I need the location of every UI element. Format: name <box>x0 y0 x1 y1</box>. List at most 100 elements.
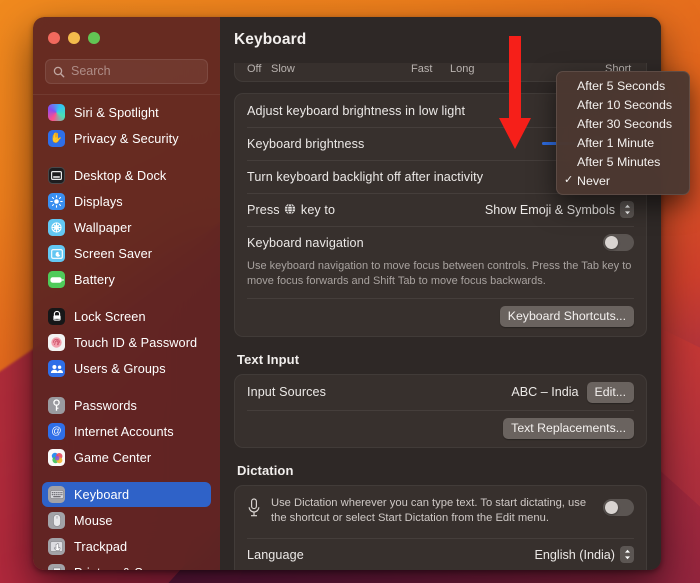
sidebar-item-label: Touch ID & Password <box>74 335 198 350</box>
toggle-thumb <box>605 500 618 514</box>
menu-item-label: After 10 Seconds <box>577 97 673 112</box>
chevron-updown-icon <box>620 201 634 218</box>
menu-item-after-30-seconds[interactable]: After 30 Seconds <box>557 114 689 133</box>
close-button[interactable] <box>48 32 60 44</box>
sidebar-item-siri-spotlight[interactable]: Siri & Spotlight <box>42 100 211 125</box>
keyboard-navigation-help-text: Use keyboard navigation to move focus be… <box>247 260 632 287</box>
press-key-value: Show Emoji & Symbols <box>484 202 615 217</box>
dictation-description: Use Dictation wherever you can type text… <box>271 496 587 525</box>
sidebar-item-keyboard[interactable]: Keyboard <box>42 482 211 507</box>
sidebar-item-label: Keyboard <box>74 487 130 502</box>
search-input[interactable]: Search <box>45 59 208 84</box>
search-container: Search <box>33 59 220 94</box>
row-keyboard-navigation[interactable]: Keyboard navigation <box>235 226 646 259</box>
dictation-section-title: Dictation <box>237 462 294 478</box>
page-title: Keyboard <box>234 31 307 48</box>
menu-item-after-5-seconds[interactable]: After 5 Seconds <box>557 76 689 95</box>
sidebar-item-label: Wallpaper <box>74 220 132 235</box>
sidebar-item-users-groups[interactable]: Users & Groups <box>42 356 211 381</box>
menu-item-label: After 5 Seconds <box>577 78 666 93</box>
sidebar-nav: Siri & Spotlight ✋ Privacy & Security De… <box>33 95 220 570</box>
internet-accounts-icon: @ <box>48 423 65 440</box>
sidebar-item-passwords[interactable]: Passwords <box>42 393 211 418</box>
sidebar-item-screen-saver[interactable]: Screen Saver <box>42 241 211 266</box>
tick-slow: Slow <box>271 63 295 75</box>
window-traffic-lights <box>33 17 220 59</box>
sidebar-item-label: Users & Groups <box>74 361 166 376</box>
screen-saver-icon <box>48 245 65 262</box>
row-input-sources[interactable]: Input Sources ABC – India Edit... <box>235 375 646 410</box>
text-input-section-title: Text Input <box>237 351 300 367</box>
sidebar-item-privacy-security[interactable]: ✋ Privacy & Security <box>42 126 211 151</box>
toggle-thumb <box>605 236 618 249</box>
sidebar-item-wallpaper[interactable]: Wallpaper <box>42 215 211 240</box>
users-groups-icon <box>48 360 65 377</box>
backlight-inactivity-menu[interactable]: After 5 Seconds After 10 Seconds After 3… <box>556 71 690 195</box>
displays-icon <box>48 193 65 210</box>
adjust-brightness-label: Adjust keyboard brightness in low light <box>247 103 466 118</box>
menu-item-label: After 1 Minute <box>577 135 655 150</box>
sidebar: Search Siri & Spotlight ✋ Privacy & Secu… <box>33 17 220 570</box>
input-sources-value: ABC – India <box>511 385 579 400</box>
menu-item-after-5-minutes[interactable]: After 5 Minutes <box>557 152 689 171</box>
keyboard-brightness-label: Keyboard brightness <box>247 136 365 151</box>
press-key-prefix: Press <box>247 202 280 217</box>
checkmark-icon: ✓ <box>564 174 574 186</box>
search-placeholder: Search <box>71 64 111 79</box>
keyboard-navigation-toggle[interactable] <box>603 234 634 251</box>
keyboard-shortcuts-button[interactable]: Keyboard Shortcuts... <box>499 306 634 328</box>
keyboard-icon <box>48 486 65 503</box>
menu-item-label: Never <box>577 173 611 188</box>
sidebar-item-lock-screen[interactable]: Lock Screen <box>42 304 211 329</box>
row-dictation-language[interactable]: Language English (India) <box>235 538 646 570</box>
edit-input-sources-button[interactable]: Edit... <box>586 381 634 403</box>
sidebar-item-trackpad[interactable]: Trackpad <box>42 534 211 559</box>
sidebar-item-displays[interactable]: Displays <box>42 189 211 214</box>
menu-item-label: After 30 Seconds <box>577 116 673 131</box>
game-center-icon <box>48 449 65 466</box>
press-key-label: Press key to <box>247 203 335 217</box>
sidebar-item-printers-scanners[interactable]: Printers & Scanners <box>42 560 211 570</box>
mouse-icon <box>48 512 65 529</box>
row-press-globe-key[interactable]: Press key to Show Emoji & Symbols <box>235 193 646 226</box>
sidebar-item-game-center[interactable]: Game Center <box>42 445 211 470</box>
keyboard-navigation-label: Keyboard navigation <box>247 235 364 250</box>
dictation-toggle[interactable] <box>603 498 634 516</box>
dictation-language-label: Language <box>247 547 304 562</box>
sidebar-item-label: Printers & Scanners <box>74 566 189 571</box>
content-header: Keyboard <box>220 17 661 63</box>
tick-long: Long <box>450 63 475 75</box>
touch-id-icon <box>48 334 65 351</box>
sidebar-item-touch-id-password[interactable]: Touch ID & Password <box>42 330 211 355</box>
sidebar-item-battery[interactable]: Battery <box>42 267 211 292</box>
privacy-hand-icon: ✋ <box>48 130 65 147</box>
microphone-icon <box>247 498 261 523</box>
backlight-off-label: Turn keyboard backlight off after inacti… <box>247 169 484 184</box>
menu-item-never[interactable]: ✓ Never <box>557 171 689 190</box>
text-replacements-button[interactable]: Text Replacements... <box>503 417 634 439</box>
row-text-replacements: Text Replacements... <box>235 409 646 447</box>
sidebar-item-label: Game Center <box>74 450 152 465</box>
dictation-language-popup[interactable]: English (India) <box>534 546 634 564</box>
text-input-group: Input Sources ABC – India Edit... Text R… <box>234 373 647 448</box>
row-dictation-description: Use Dictation wherever you can type text… <box>235 486 646 538</box>
press-key-action-popup[interactable]: Show Emoji & Symbols <box>485 201 634 218</box>
zoom-button[interactable] <box>88 32 100 44</box>
sidebar-item-label: Siri & Spotlight <box>74 105 159 120</box>
sidebar-item-desktop-dock[interactable]: Desktop & Dock <box>42 163 211 188</box>
input-sources-label: Input Sources <box>247 385 327 400</box>
sidebar-item-label: Internet Accounts <box>74 424 174 439</box>
battery-icon <box>48 271 65 288</box>
sidebar-item-label: Screen Saver <box>74 246 153 261</box>
minimize-button[interactable] <box>68 32 80 44</box>
sidebar-item-internet-accounts[interactable]: @ Internet Accounts <box>42 419 211 444</box>
menu-item-after-10-seconds[interactable]: After 10 Seconds <box>557 95 689 114</box>
menu-item-after-1-minute[interactable]: After 1 Minute <box>557 133 689 152</box>
sidebar-item-label: Desktop & Dock <box>74 168 167 183</box>
sidebar-item-mouse[interactable]: Mouse <box>42 508 211 533</box>
sidebar-item-label: Trackpad <box>74 539 128 554</box>
dictation-group: Use Dictation wherever you can type text… <box>234 484 647 570</box>
